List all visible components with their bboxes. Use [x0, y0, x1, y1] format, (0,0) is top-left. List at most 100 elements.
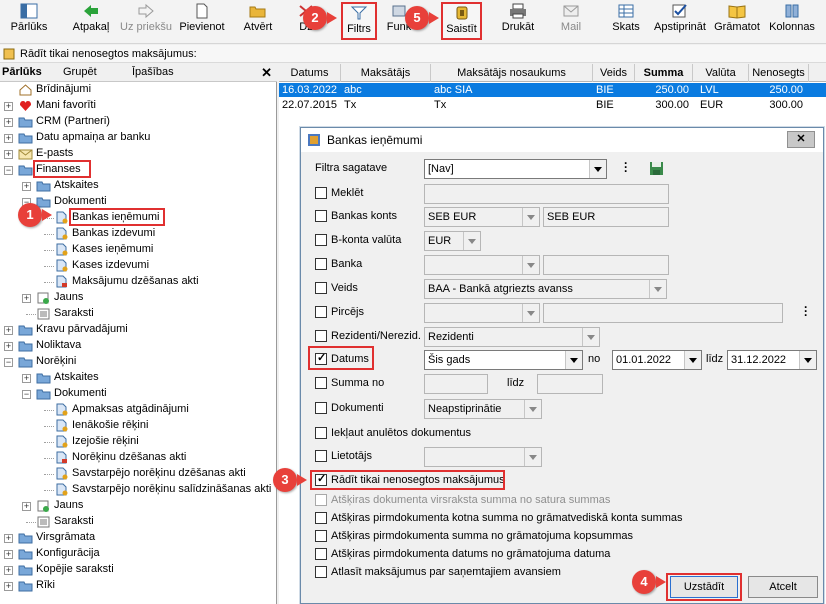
expand-icon[interactable]: +	[4, 342, 13, 351]
chevron-down-icon[interactable]	[522, 208, 539, 226]
tree-item[interactable]: Bankas izdevumi	[0, 226, 277, 242]
customer-checkbox[interactable]	[315, 306, 327, 318]
expand-icon[interactable]: +	[22, 502, 31, 511]
toolbar-back-button[interactable]: Atpakaļ	[70, 2, 112, 40]
expand-icon[interactable]: +	[4, 118, 13, 127]
toolbar-mail-button[interactable]: Mail	[557, 2, 585, 40]
expand-icon[interactable]: +	[4, 566, 13, 575]
user-checkbox[interactable]	[315, 450, 327, 462]
more-options-icon[interactable]: · · ·	[804, 301, 810, 321]
tree-item[interactable]: Saraksti	[0, 306, 277, 322]
tab-group[interactable]: Grupēt	[63, 66, 97, 78]
expand-icon[interactable]: +	[4, 102, 13, 111]
tree-item[interactable]: Saraksti	[0, 514, 277, 530]
chevron-down-icon[interactable]	[799, 351, 816, 369]
tree-item[interactable]: Apmaksas atgādinājumi	[0, 402, 277, 418]
expand-icon[interactable]: +	[22, 182, 31, 191]
toolbar-book-button[interactable]: Grāmatot	[713, 2, 761, 40]
tree-item[interactable]: + CRM (Partneri)	[0, 114, 277, 130]
collapse-icon[interactable]: −	[4, 358, 13, 367]
date-period-select[interactable]: Šis gads	[424, 350, 583, 370]
tree-item[interactable]: + Mani favorīti	[0, 98, 277, 114]
search-input[interactable]	[424, 184, 669, 204]
apply-button[interactable]: Uzstādīt	[670, 576, 738, 598]
amount-checkbox[interactable]	[315, 377, 327, 389]
account-currency-select[interactable]: EUR	[424, 231, 481, 251]
customer-select[interactable]	[424, 303, 540, 323]
option-2-checkbox[interactable]	[315, 512, 327, 524]
tree-item[interactable]: − Dokumenti	[0, 386, 277, 402]
tree-item[interactable]: − Norēķini	[0, 354, 277, 370]
toolbar-approve-button[interactable]: Apstiprināt	[651, 2, 709, 40]
bank-account-select[interactable]: SEB EUR	[424, 207, 540, 227]
table-row[interactable]: 22.07.2015 Tx Tx BIE 300.00 EUR 300.00	[279, 98, 826, 112]
column-header-uncovered[interactable]: Nenosegts	[749, 64, 809, 82]
amount-from-input[interactable]	[424, 374, 488, 394]
cancel-button[interactable]: Atcelt	[748, 576, 818, 598]
amount-to-input[interactable]	[537, 374, 603, 394]
tab-properties[interactable]: Īpašības	[132, 66, 174, 78]
chevron-down-icon[interactable]	[684, 351, 701, 369]
column-header-payer[interactable]: Maksātājs	[341, 64, 431, 82]
toolbar-print-button[interactable]: Drukāt	[499, 2, 537, 40]
toolbar-add-button[interactable]: Pievienot	[178, 2, 226, 40]
chevron-down-icon[interactable]	[524, 448, 541, 466]
chevron-down-icon[interactable]	[649, 280, 666, 298]
tree-item[interactable]: + Noliktava	[0, 338, 277, 354]
expand-icon[interactable]: +	[4, 550, 13, 559]
toolbar-columns-button[interactable]: Kolonnas	[768, 2, 816, 40]
expand-icon[interactable]: +	[22, 374, 31, 383]
column-header-payer-name[interactable]: Maksātājs nosaukums	[431, 64, 593, 82]
save-icon[interactable]	[649, 161, 664, 176]
chevron-down-icon[interactable]	[522, 304, 539, 322]
tree-item[interactable]: − Finanses	[0, 160, 277, 178]
navigator-close-icon[interactable]: ✕	[261, 65, 272, 81]
type-select[interactable]: BAA - Bankā atgriezts avanss	[424, 279, 667, 299]
column-header-currency[interactable]: Valūta	[693, 64, 749, 82]
toolbar-forward-button[interactable]: Uz priekšu	[118, 2, 174, 40]
residents-select[interactable]: Rezidenti	[424, 327, 600, 347]
tree-item[interactable]: + Rīki	[0, 578, 277, 594]
toolbar-open-button[interactable]: Atvērt	[240, 2, 276, 40]
tree-item[interactable]: + Konfigurācija	[0, 546, 277, 562]
expand-icon[interactable]: +	[22, 294, 31, 303]
column-header-type[interactable]: Veids	[593, 64, 635, 82]
bank-checkbox[interactable]	[315, 258, 327, 270]
expand-icon[interactable]: +	[4, 582, 13, 591]
tree-item[interactable]: Kases izdevumi	[0, 258, 277, 274]
tree-item[interactable]: + Atskaites	[0, 370, 277, 386]
table-row[interactable]: 16.03.2022 abc abc SIA BIE 250.00 LVL 25…	[279, 83, 826, 97]
user-select[interactable]	[424, 447, 542, 467]
chevron-down-icon[interactable]	[524, 400, 541, 418]
template-select[interactable]: [Nav]	[424, 159, 607, 179]
expand-icon[interactable]: +	[4, 134, 13, 143]
search-checkbox[interactable]	[315, 187, 327, 199]
chevron-down-icon[interactable]	[589, 160, 606, 178]
tree-item[interactable]: Izejošie rēķini	[0, 434, 277, 450]
option-4-checkbox[interactable]	[315, 548, 327, 560]
tree-item[interactable]: Maksājumu dzēšanas akti	[0, 274, 277, 290]
type-checkbox[interactable]	[315, 282, 327, 294]
tree-item[interactable]: Ienākošie rēķini	[0, 418, 277, 434]
expand-icon[interactable]: +	[4, 534, 13, 543]
bank-select[interactable]	[424, 255, 540, 275]
tree-item[interactable]: + Jauns	[0, 290, 277, 306]
documents-select[interactable]: Neapstiprinātie	[424, 399, 542, 419]
tree-item[interactable]: + Kopējie saraksti	[0, 562, 277, 578]
collapse-icon[interactable]: −	[22, 390, 31, 399]
tree-item[interactable]: Savstarpējo norēķinu dzēšanas akti	[0, 466, 277, 482]
chevron-down-icon[interactable]	[463, 232, 480, 250]
tree-item[interactable]: Brīdinājumi	[0, 82, 277, 98]
tree-item[interactable]: + Datu apmaiņa ar banku	[0, 130, 277, 146]
chevron-down-icon[interactable]	[565, 351, 582, 369]
column-header-date[interactable]: Datums	[279, 64, 341, 82]
option-5-checkbox[interactable]	[315, 566, 327, 578]
account-currency-checkbox[interactable]	[315, 234, 327, 246]
toolbar-view-button[interactable]: Skats	[610, 2, 642, 40]
expand-icon[interactable]: +	[4, 150, 13, 159]
bank-account-checkbox[interactable]	[315, 210, 327, 222]
tree-item[interactable]: Savstarpējo norēķinu salīdzināšanas akti	[0, 482, 277, 498]
more-options-icon[interactable]: · · ·	[624, 157, 630, 177]
tree-item[interactable]: + Atskaites	[0, 178, 277, 194]
tree-item[interactable]: + Kravu pārvadājumi	[0, 322, 277, 338]
